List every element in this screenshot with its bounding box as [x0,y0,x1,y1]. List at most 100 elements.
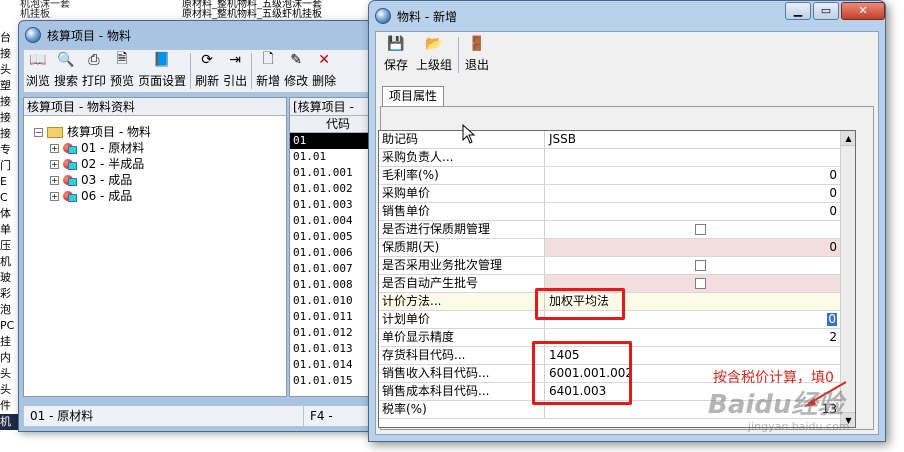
toolbar-separator [458,37,460,73]
print-button[interactable]: ⎙ 打印 [80,50,108,92]
save-button[interactable]: 💾 保存 [380,34,412,76]
print-label: 打印 [82,74,107,88]
preview-button[interactable]: 🗎 预览 [108,50,136,92]
toolbar-separator [251,53,253,89]
new-button[interactable]: 🗋 新增 [254,50,282,92]
property-label: 是否自动产生批号 [379,275,545,292]
tree-item-label: 03 - 成品 [81,173,133,187]
checkbox[interactable] [695,278,706,289]
bg-strip-char: 机 [0,255,11,268]
export-button[interactable]: ⇥ 引出 [221,50,249,92]
save-icon: 💾 [387,36,405,52]
edit-button[interactable]: ✎ 修改 [282,50,310,92]
tree-root[interactable]: − 核算项目 - 物料 [34,124,151,140]
exit-label: 退出 [465,58,490,72]
bg-strip-char: 玻 [0,271,11,284]
delete-button[interactable]: ✕ 删除 [310,50,338,92]
property-row[interactable]: 毛利率(%) 0 [379,167,841,185]
property-value[interactable]: 0 [545,185,841,202]
tree-pane-header: 核算项目 - 物料资料 [24,98,286,116]
tree-item-03[interactable]: + 03 - 成品 [50,172,132,188]
property-row[interactable]: 是否进行保质期管理 [379,221,841,239]
tree-item-01[interactable]: + 01 - 原材料 [50,140,144,156]
scroll-up-icon[interactable]: ▲ [841,131,855,146]
save-label: 保存 [384,58,409,72]
highlight-box-accounts [532,341,632,405]
new-label: 新增 [256,74,281,88]
refresh-label: 刷新 [195,74,220,88]
tree-item-06[interactable]: + 06 - 成品 [50,188,132,204]
search-icon: 🔍 [57,52,75,68]
refresh-icon: ⟳ [201,52,213,68]
exit-button[interactable]: 🚪 退出 [461,34,493,76]
bg-strip-char: 专 [0,143,11,156]
export-icon: ⇥ [229,52,241,68]
new-icon: 🗋 [262,51,274,67]
expand-icon[interactable]: + [50,191,59,201]
tree-root-label: 核算项目 - 物料 [67,125,151,139]
bg-row: 原材料_整机物料_五级虾机挂板 [182,9,322,20]
property-value[interactable]: 0 [545,239,841,256]
property-row[interactable]: 保质期(天) 0 [379,239,841,257]
property-value-selected[interactable]: 0 [827,313,837,326]
edit-label: 修改 [284,74,309,88]
tree-item-02[interactable]: + 02 - 半成品 [50,156,144,172]
status-bar: 01 - 原材料 F4 - [23,405,385,427]
search-button[interactable]: 🔍 搜索 [52,50,80,92]
property-label: 计价方法... [379,293,545,310]
browse-button[interactable]: 📖 浏览 [24,50,52,92]
window-body: 核算项目 - 物料资料 − 核算项目 - 物料 + 01 - 原材料 + 02 … [23,97,387,397]
item-node-icon [63,174,77,186]
property-label: 税率(%) [379,401,545,418]
window-titlebar[interactable]: 核算项目 - 物料 [19,21,389,49]
bg-strip-char: 体 [0,207,11,220]
bg-strip-char: 压 [0,239,11,252]
checkbox[interactable] [695,260,706,271]
property-row[interactable]: 助记码 JSSB [379,131,841,149]
checkbox[interactable] [695,224,706,235]
close-button[interactable]: ✕ [841,2,885,20]
bg-strip-char: 彩 [0,287,11,300]
maximize-button[interactable]: ▭ [813,2,839,20]
property-row[interactable]: 采购负责人... [379,149,841,167]
bg-strip-char: 头 [0,383,11,396]
print-icon: ⎙ [88,52,100,68]
property-value[interactable]: 0 [545,167,841,184]
property-row[interactable]: 是否采用业务批次管理 [379,257,841,275]
expand-icon[interactable]: + [50,159,59,169]
property-value[interactable] [545,257,841,274]
expand-icon[interactable]: + [50,143,59,153]
bg-strip-char: 头 [0,63,11,76]
property-value[interactable] [545,221,841,238]
expand-icon[interactable]: + [50,175,59,185]
watermark-logo: Baidu经验 [708,390,844,420]
bg-strip-char: 门 [0,159,11,172]
property-value[interactable] [545,149,841,166]
minimize-button[interactable]: ▁ [785,2,811,20]
page-setup-button[interactable]: 📘 页面设置 [136,50,188,92]
bg-strip-char: 塑 [0,79,11,92]
collapse-icon[interactable]: − [34,127,43,137]
item-node-icon [63,190,77,202]
window-controls: ▁ ▭ ✕ [783,2,885,20]
bg-strip-char: 接 [0,127,11,140]
tab-item-properties[interactable]: 项目属性 [382,86,445,106]
property-row[interactable]: 销售单价 0 [379,203,841,221]
highlight-box-valuation [535,288,625,320]
property-row[interactable]: 采购单价 0 [379,185,841,203]
browse-icon: 📖 [29,52,47,68]
bg-strip-char: C [0,191,8,204]
property-label: 采购负责人... [379,149,545,166]
toolbar-separator [190,53,192,89]
accounting-items-window: 核算项目 - 物料 📖 浏览 🔍 搜索 ⎙ 打印 🗎 预览 📘 页面设置 ⟳ 刷新 ⇥ 引出 … [18,20,390,432]
export-label: 引出 [223,74,248,88]
property-label: 毛利率(%) [379,167,545,184]
status-left: 01 - 原材料 [24,406,304,426]
property-value[interactable]: 0 [545,203,841,220]
folder-icon [47,126,63,138]
property-value[interactable]: JSSB [545,131,841,148]
parent-group-button[interactable]: 📂 上级组 [412,34,456,76]
bg-strip-char: 挂 [0,335,11,348]
mouse-cursor-icon [462,124,476,144]
refresh-button[interactable]: ⟳ 刷新 [193,50,221,92]
